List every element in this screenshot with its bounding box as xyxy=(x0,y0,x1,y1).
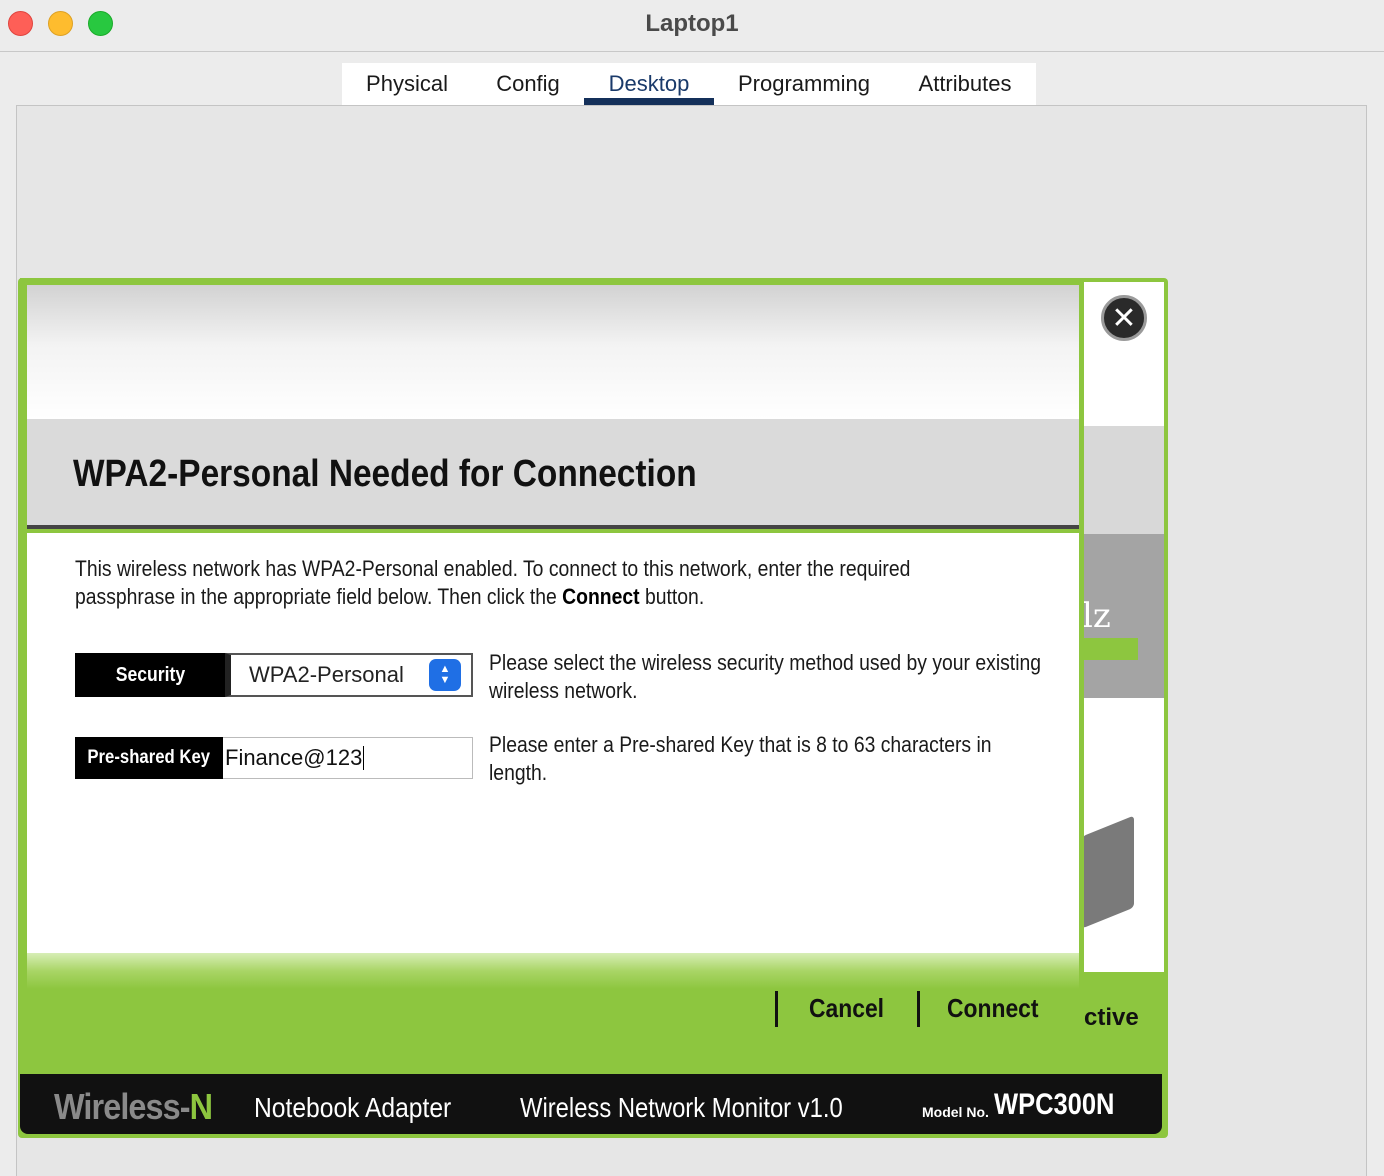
security-label-text: Security xyxy=(115,663,185,686)
brand-suffix: N xyxy=(189,1086,213,1127)
signal-bar xyxy=(1082,638,1138,660)
tab-desktop[interactable]: Desktop xyxy=(584,63,714,105)
tab-config[interactable]: Config xyxy=(472,63,584,105)
model-number: WPC300N xyxy=(994,1088,1115,1121)
tab-physical[interactable]: Physical xyxy=(342,63,472,105)
psk-label: Pre-shared Key xyxy=(75,737,223,779)
dialog-body: This wireless network has WPA2-Personal … xyxy=(27,533,1079,953)
security-select-value: WPA2-Personal xyxy=(249,662,404,687)
separator xyxy=(917,991,920,1027)
model-label: Model No. xyxy=(922,1104,989,1120)
monitor-band-text: lz xyxy=(1082,596,1111,636)
description-end: button. xyxy=(639,584,705,609)
psk-input-value: Finance@123 xyxy=(225,745,363,770)
psk-input[interactable]: Finance@123 xyxy=(223,737,473,779)
security-label: Security xyxy=(75,653,225,697)
security-select[interactable]: WPA2-Personal ▲ ▼ xyxy=(225,653,473,697)
cancel-button[interactable]: Cancel xyxy=(809,993,884,1024)
text-caret xyxy=(363,746,365,770)
monitor-gray-band xyxy=(1082,426,1164,536)
monitor-footer: Wireless-N Notebook Adapter Wireless Net… xyxy=(20,1074,1162,1134)
close-icon[interactable]: ✕ xyxy=(1101,295,1147,341)
wpa2-dialog: WPA2-Personal Needed for Connection This… xyxy=(20,278,1084,1048)
window-title: Laptop1 xyxy=(645,10,739,37)
chevron-updown-icon: ▲ ▼ xyxy=(429,659,461,691)
brand-logo: Wireless-N xyxy=(54,1086,213,1128)
dialog-top-band xyxy=(27,285,1079,419)
connect-button[interactable]: Connect xyxy=(947,993,1039,1024)
app-name: Wireless Network Monitor v1.0 xyxy=(520,1092,843,1123)
brand-prefix: Wireless- xyxy=(54,1086,191,1127)
tab-programming[interactable]: Programming xyxy=(714,63,894,105)
psk-label-text: Pre-shared Key xyxy=(87,747,211,768)
dialog-title: WPA2-Personal Needed for Connection xyxy=(73,453,697,495)
adapter-name: Notebook Adapter xyxy=(254,1092,452,1123)
description-text: This wireless network has WPA2-Personal … xyxy=(75,556,911,609)
description-bold: Connect xyxy=(562,584,640,609)
tab-bar: Physical Config Desktop Programming Attr… xyxy=(342,63,1036,105)
dialog-description: This wireless network has WPA2-Personal … xyxy=(75,555,937,611)
psk-hint: Please enter a Pre-shared Key that is 8 … xyxy=(489,732,992,785)
tab-attributes[interactable]: Attributes xyxy=(894,63,1036,105)
dialog-footer: Cancel Connect xyxy=(27,953,1079,1043)
security-hint: Please select the wireless security meth… xyxy=(489,650,1042,703)
separator xyxy=(775,991,778,1027)
dialog-header: WPA2-Personal Needed for Connection xyxy=(27,419,1079,529)
title-bar: Laptop1 xyxy=(0,0,1384,52)
monitor-status-text: ctive xyxy=(1084,1004,1139,1031)
